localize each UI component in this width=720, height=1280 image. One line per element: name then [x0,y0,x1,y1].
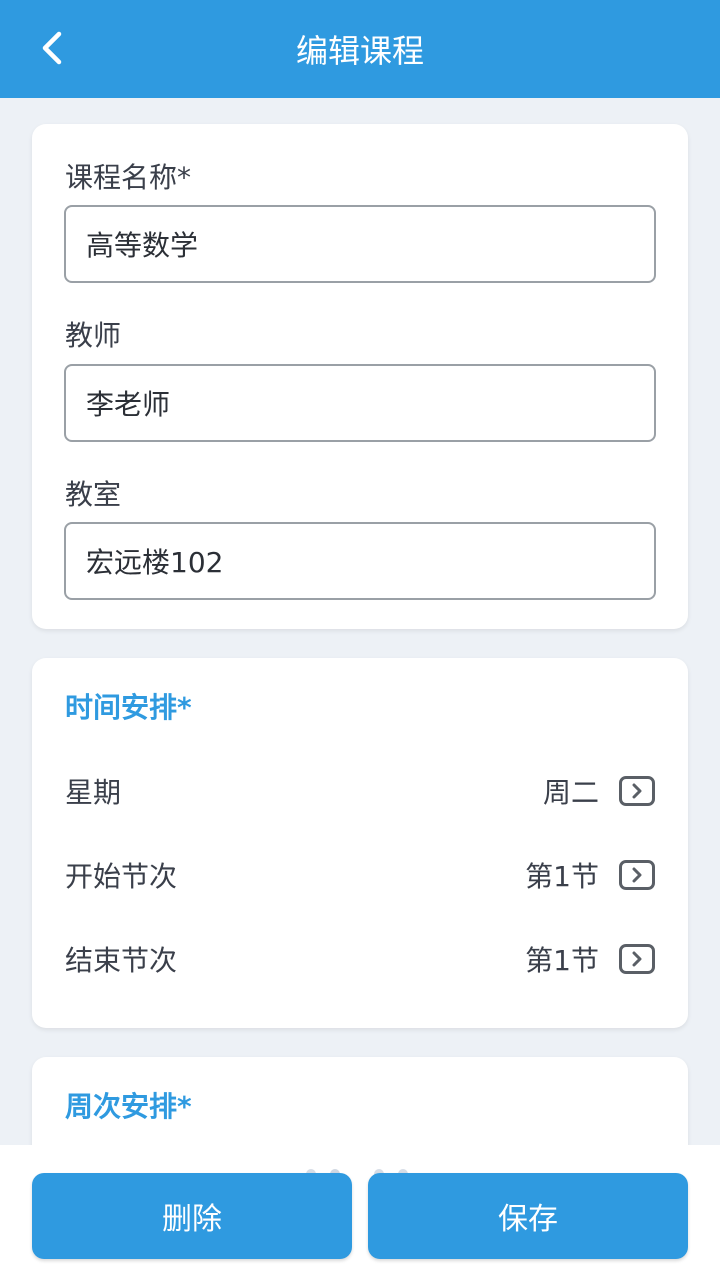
page-title: 编辑课程 [295,32,424,70]
end-period-value: 第1节 [525,944,599,977]
teacher-input[interactable]: 李老师 [64,364,656,442]
start-period-row[interactable]: 开始节次 第1节 [65,850,655,900]
chevron-right-icon[interactable] [619,944,655,974]
chevron-right-icon[interactable] [619,776,655,806]
schedule-section-title: 时间安排* [65,691,192,724]
delete-button[interactable]: 删除 [32,1173,352,1259]
weeks-section-title: 周次安排* [65,1090,192,1123]
save-button[interactable]: 保存 [368,1173,688,1259]
start-period-value: 第1节 [525,860,599,893]
classroom-input[interactable]: 宏远楼102 [64,522,656,600]
course-info-card: 课程名称* 高等数学 教师 李老师 教室 宏远楼102 [32,124,688,629]
classroom-label: 教室 [65,478,122,511]
start-period-label: 开始节次 [65,860,178,893]
course-name-label: 课程名称* [65,161,192,194]
end-period-row[interactable]: 结束节次 第1节 [65,934,655,984]
schedule-card: 时间安排* 星期 周二 开始节次 第1节 结束节次 第1节 [32,658,688,1028]
app-header: 编辑课程 [0,0,720,98]
teacher-label: 教师 [65,319,122,352]
course-name-input[interactable]: 高等数学 [64,205,656,283]
chevron-right-icon[interactable] [619,860,655,890]
bottom-action-bar: 删除 保存 [0,1145,720,1280]
weekday-label: 星期 [65,776,122,809]
weekday-value: 周二 [542,776,599,809]
end-period-label: 结束节次 [65,944,178,977]
weekday-row[interactable]: 星期 周二 [65,766,655,816]
